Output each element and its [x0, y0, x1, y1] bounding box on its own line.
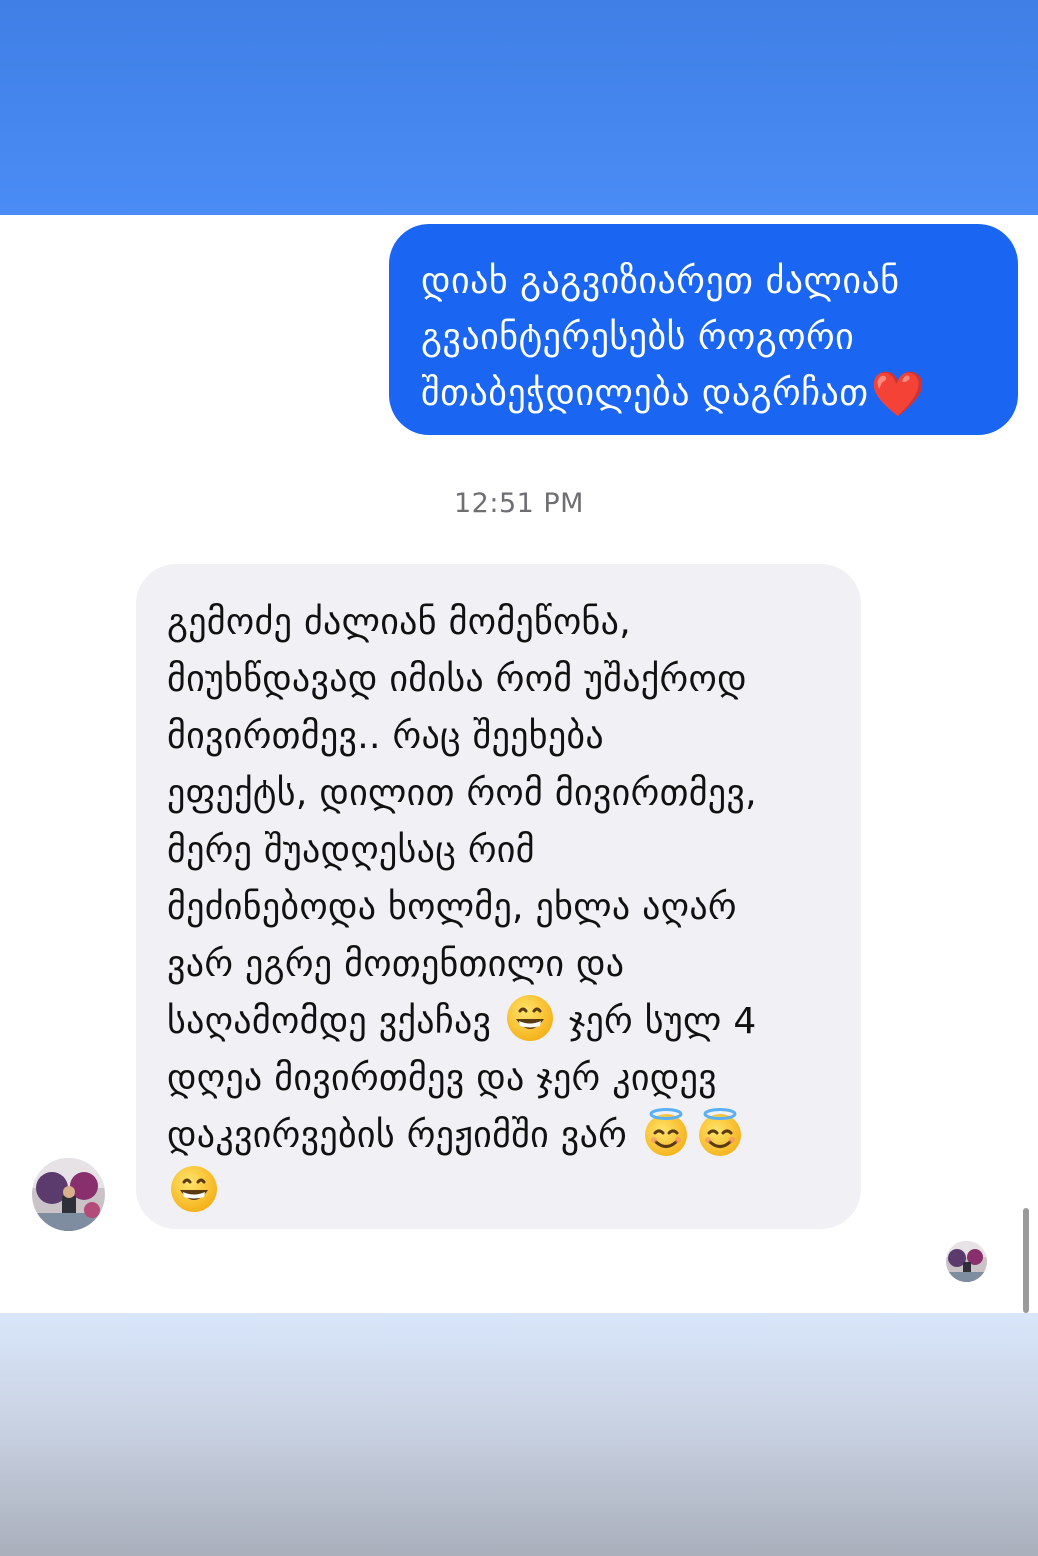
message-timestamp: 12:51 PM [454, 488, 584, 519]
bottom-overlay [0, 1313, 1038, 1556]
outgoing-message-line: შთაბეჭდილება დაგრჩათ❤️ [421, 366, 990, 422]
smiling-face-with-halo-icon [641, 1107, 691, 1157]
header-bar [0, 0, 1038, 215]
outgoing-message-bubble[interactable]: დიახ გაგვიზიარეთ ძალიან გვაინტერესებს რო… [389, 224, 1018, 435]
grinning-face-icon [505, 993, 555, 1043]
incoming-message-line: ვარ ეგრე მოთენთილი და [167, 944, 625, 985]
outgoing-message-line: დიახ გაგვიზიარეთ ძალიან [421, 261, 900, 302]
incoming-message-bubble[interactable]: გემოძე ძალიან მომეწონა, მიუხწდავად იმისა… [136, 564, 861, 1229]
seen-avatar-icon [946, 1241, 987, 1282]
avatar-photo-icon[interactable] [32, 1158, 105, 1231]
incoming-message-line: დაკვირვების რეჟიმში ვარ [167, 1107, 841, 1164]
incoming-message-text: საღამომდე ვქაჩავ [167, 1001, 492, 1042]
incoming-message-text: ჯერ სულ 4 [568, 1001, 757, 1042]
incoming-message-line: მივირთმევ.. რაც შეეხება [167, 716, 604, 757]
incoming-message-line: მიუხწდავად იმისა რომ უშაქროდ [167, 659, 747, 700]
incoming-message-line: ეფექტს, დილით რომ მივირთმევ, [167, 773, 757, 814]
outgoing-message-line: გვაინტერესებს როგორი [421, 317, 855, 358]
heart-emoji-icon: ❤️ [870, 369, 926, 420]
incoming-message-line: მერე შუადღესაც რიმ [167, 830, 535, 871]
incoming-message-line: დღეა მივირთმევ და ჯერ კიდევ [167, 1058, 717, 1099]
grinning-face-icon [169, 1164, 219, 1214]
scrollbar[interactable] [1023, 1208, 1029, 1313]
incoming-message-line: საღამომდე ვქაჩავ ჯერ სულ 4 [167, 993, 841, 1050]
incoming-message-line: გემოძე ძალიან მომეწონა, [167, 602, 631, 643]
smiling-face-with-halo-icon [695, 1107, 745, 1157]
incoming-message-line: მეძინებოდა ხოლმე, ეხლა აღარ [167, 887, 737, 928]
incoming-message-text: დაკვირვების რეჟიმში ვარ [167, 1115, 628, 1156]
outgoing-message-text: შთაბეჭდილება დაგრჩათ [421, 373, 869, 414]
incoming-message-line [167, 1164, 841, 1221]
